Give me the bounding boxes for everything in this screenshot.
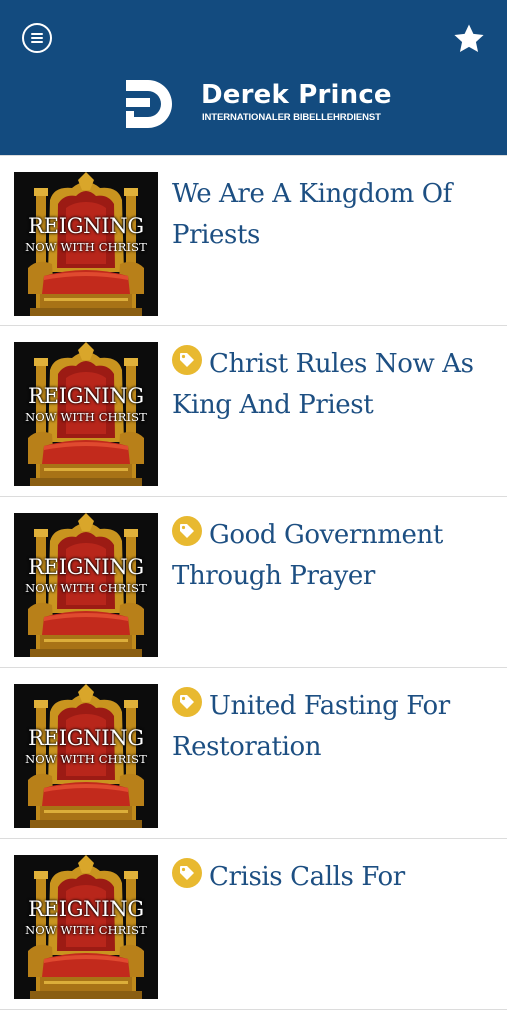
thumbnail-title: REIGNING <box>28 214 144 238</box>
brand-name: Derek Prince <box>201 80 392 110</box>
tag-icon <box>172 687 202 717</box>
item-title-text: United Fasting For Restoration <box>172 691 450 762</box>
tag-icon <box>172 345 202 375</box>
item-title-text: Christ Rules Now As King And Priest <box>172 349 474 420</box>
item-title-text: Good Government Through Prayer <box>172 520 443 591</box>
thumbnail-subtitle: NOW WITH CHRIST <box>25 410 147 424</box>
app-header: Derek Prince INTERNATIONALER BIBELLEHRDI… <box>0 0 507 155</box>
list-item[interactable]: REIGNING NOW WITH CHRIST Crisis Calls For <box>0 839 507 1010</box>
sermon-thumbnail: REIGNING NOW WITH CHRIST <box>14 684 158 828</box>
star-icon[interactable] <box>452 22 486 56</box>
thumbnail-title: REIGNING <box>28 897 144 921</box>
sermon-list: REIGNING NOW WITH CHRIST We Are A Kingdom … <box>0 155 507 1010</box>
sermon-thumbnail: REIGNING NOW WITH CHRIST <box>14 513 158 657</box>
sermon-thumbnail: REIGNING NOW WITH CHRIST <box>14 855 158 999</box>
thumbnail-subtitle: NOW WITH CHRIST <box>25 240 147 254</box>
item-title-text: We Are A Kingdom Of Priests <box>172 179 452 250</box>
thumbnail-subtitle: NOW WITH CHRIST <box>25 923 147 937</box>
item-title[interactable]: We Are A Kingdom Of Priests <box>172 174 492 256</box>
list-item[interactable]: REIGNING NOW WITH CHRIST United Fasting Fo… <box>0 668 507 839</box>
item-title[interactable]: Crisis Calls For <box>172 857 492 898</box>
thumbnail-title: REIGNING <box>28 726 144 750</box>
list-item[interactable]: REIGNING NOW WITH CHRIST Christ Rules Now … <box>0 326 507 497</box>
thumbnail-title: REIGNING <box>28 384 144 408</box>
tag-icon <box>172 516 202 546</box>
menu-icon[interactable] <box>22 23 52 53</box>
list-item[interactable]: REIGNING NOW WITH CHRIST We Are A Kingdom … <box>0 155 507 326</box>
brand-logo: Derek Prince INTERNATIONALER BIBELLEHRDI… <box>124 76 392 132</box>
tag-icon <box>172 858 202 888</box>
sermon-thumbnail: REIGNING NOW WITH CHRIST <box>14 342 158 486</box>
list-item[interactable]: REIGNING NOW WITH CHRIST Good Government T… <box>0 497 507 668</box>
item-title[interactable]: Christ Rules Now As King And Priest <box>172 344 492 426</box>
logo-mark-icon <box>126 80 172 128</box>
item-title[interactable]: Good Government Through Prayer <box>172 515 492 597</box>
item-title[interactable]: United Fasting For Restoration <box>172 686 492 768</box>
brand-subtitle: INTERNATIONALER BIBELLEHRDIENST <box>202 112 381 123</box>
thumbnail-title: REIGNING <box>28 555 144 579</box>
item-title-text: Crisis Calls For <box>209 862 405 892</box>
thumbnail-subtitle: NOW WITH CHRIST <box>25 752 147 766</box>
sermon-thumbnail: REIGNING NOW WITH CHRIST <box>14 172 158 316</box>
thumbnail-subtitle: NOW WITH CHRIST <box>25 581 147 595</box>
